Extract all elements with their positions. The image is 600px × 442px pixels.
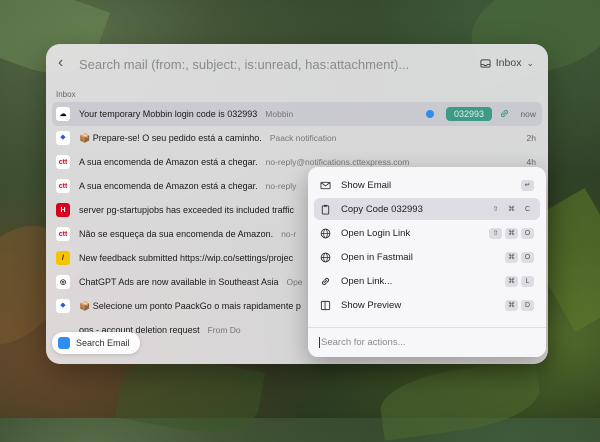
link-icon [320,276,331,287]
email-sender: no-reply [265,181,297,191]
email-subject: Your temporary Mobbin login code is 0329… [79,109,258,119]
menu-item-label: Show Email [341,179,392,191]
menu-item[interactable]: Show Preview ⌘ D [314,294,540,316]
menu-item[interactable]: Open Login Link ⇧ ⌘ O [314,222,540,244]
shortcut-keys: ↵ [521,179,534,191]
paack-logo-icon: ⬥ [56,299,70,313]
clipboard-icon [320,204,331,215]
search-email-label: Search Email [76,338,130,348]
email-time: 2h [526,133,536,143]
mail-icon [320,180,331,191]
email-time: 4h [526,157,536,167]
email-subject: ChatGPT Ads are now available in Southea… [79,277,279,287]
shortcut-key: O [521,251,534,263]
menu-divider [308,327,546,328]
email-time: now [520,109,536,119]
mobbin-logo-icon: ☁ [56,107,70,121]
menu-item-label: Copy Code 032993 [341,203,423,215]
actions-menu: Show Email ↵ Copy Code 032993 ⇧ ⌘ C Open Login… [308,167,546,357]
shortcut-key: ↵ [521,179,534,191]
email-subject: 📦 Selecione um ponto PaackGo o mais rapi… [79,300,301,311]
email-row[interactable]: ⬥ 📦 Prepare-se! O seu pedido está a camin… [52,126,542,150]
chevron-down-icon: ⌄ [526,57,534,68]
shortcut-keys: ⇧ ⌘ C [489,203,534,215]
actions-search-placeholder: Search for actions... [321,337,406,349]
shortcut-key: ⇧ [489,227,502,239]
mailbox-selector[interactable]: Inbox ⌄ [480,57,534,69]
shortcut-key: ⌘ [505,275,518,287]
menu-item-label: Open Login Link [341,227,411,239]
menu-item[interactable]: Show Email ↵ [314,174,540,196]
email-subject: New feedback submitted https://wip.co/se… [79,253,294,263]
menu-item-label: Open Link... [341,275,393,287]
shortcut-key: ⇧ [489,203,502,215]
shortcut-key: C [521,203,534,215]
shortcut-key: ⌘ [505,299,518,311]
paack-logo-icon: ⬥ [56,131,70,145]
text-caret [319,337,320,348]
search-input[interactable]: Search mail (from:, subject:, is:unread,… [79,57,409,72]
mailbox-label: Inbox [495,57,522,69]
email-sender: Paack notification [269,133,337,143]
menu-item[interactable]: Open Link... ⌘ L [314,270,540,292]
shortcut-key: ⌘ [505,251,518,263]
email-sender: From Do [207,325,241,335]
preview-icon [320,300,331,311]
shortcut-keys: ⇧ ⌘ O [489,227,534,239]
app-icon [58,337,70,349]
shortcut-keys: ⌘ D [505,299,534,311]
email-sender: no-reply@notifications.cttexpress.com [265,157,410,167]
ctt-logo-icon: ctt [56,179,70,193]
globe-icon [320,228,331,239]
link-icon[interactable] [499,108,510,119]
search-bar: ‹ Search mail (from:, subject:, is:unrea… [46,44,548,84]
login-code-badge[interactable]: 032993 [445,107,492,121]
back-arrow-icon[interactable]: ‹ [58,55,74,71]
openai-logo-icon: ◎ [56,275,70,289]
heroku-logo-icon: H [56,203,70,217]
shortcut-key: ⌘ [505,227,518,239]
shortcut-key: O [521,227,534,239]
shortcut-keys: ⌘ L [505,275,534,287]
shortcut-key: L [521,275,534,287]
email-sender: no-r [281,229,297,239]
email-subject: A sua encomenda de Amazon está a chegar. [79,157,258,167]
actions-search-input[interactable]: Search for actions... [319,337,405,348]
wip-logo-icon: / [56,251,70,265]
menu-item-label: Open in Fastmail [341,251,413,263]
shortcut-key: D [521,299,534,311]
email-subject: server pg-startupjobs has exceeded its i… [79,205,294,215]
email-sender: Ope [286,277,303,287]
section-label: Inbox [56,90,76,99]
email-row[interactable]: ☁ Your temporary Mobbin login code is 032… [52,102,542,126]
unread-dot [426,110,434,118]
globe-icon [320,252,331,263]
menu-item[interactable]: Copy Code 032993 ⇧ ⌘ C [314,198,540,220]
menu-item[interactable]: Open in Fastmail ⌘ O [314,246,540,268]
email-sender: Mobbin [265,109,294,119]
email-subject: 📦 Prepare-se! O seu pedido está a caminh… [79,132,262,143]
email-subject: A sua encomenda de Amazon está a chegar. [79,181,258,191]
menu-item-label: Show Preview [341,299,402,311]
shortcut-keys: ⌘ O [505,251,534,263]
inbox-icon [480,58,491,68]
shortcut-key: ⌘ [505,203,518,215]
email-subject: Não se esqueça da sua encomenda de Amazo… [79,229,274,239]
ctt-logo-icon: ctt [56,227,70,241]
ctt-logo-icon: ctt [56,155,70,169]
search-email-button[interactable]: Search Email [52,332,140,354]
